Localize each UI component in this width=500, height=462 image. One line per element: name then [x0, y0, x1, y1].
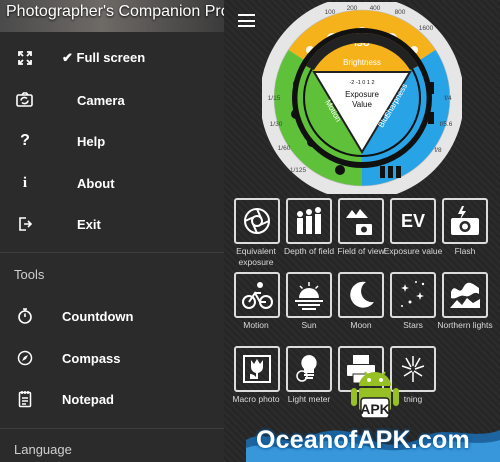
ring-number: f/8: [434, 147, 442, 154]
tile-label-northern-lights: Northern lights: [437, 320, 493, 330]
menu-item-countdown[interactable]: Countdown: [0, 296, 224, 336]
tulip-icon: [243, 355, 271, 383]
tile-moon[interactable]: [338, 272, 384, 318]
menu-label-camera: Camera: [77, 92, 125, 108]
menu-label-compass: Compass: [62, 350, 121, 366]
menu-label-exit: Exit: [77, 216, 101, 232]
tile-stars[interactable]: [390, 272, 436, 318]
tile-label-stars: Stars: [403, 320, 423, 330]
drawer-divider: [0, 252, 224, 253]
ring-number: 1/30: [270, 121, 283, 128]
tile-northern-lights[interactable]: [442, 272, 488, 318]
menu-item-notepad[interactable]: Notepad: [0, 379, 224, 419]
ev-scale: -2 -1 0 1 2: [349, 80, 374, 86]
tile-label-flash: Flash: [454, 246, 476, 256]
watermark-text: OceanofAPK.com: [256, 426, 470, 454]
ring-number: 1600: [419, 25, 434, 32]
people-icon: [297, 207, 321, 234]
menu-label-notepad: Notepad: [62, 391, 114, 407]
ev-icon: EV: [400, 210, 425, 231]
tile-motion[interactable]: [234, 272, 280, 318]
ring-number: 1/60: [278, 145, 291, 152]
fullscreen-icon: [16, 49, 34, 67]
section-title-language: Language: [14, 442, 72, 457]
menu-label-help: Help: [77, 133, 106, 149]
drawer-header: Photographer's Companion Pro: [0, 0, 224, 32]
flash-camera-icon: [451, 206, 479, 235]
sunset-icon: [295, 282, 323, 310]
tile-label-equivalent-exposure: Equivalent exposure: [236, 246, 276, 267]
tile-label-motion: Motion: [243, 320, 269, 330]
drawer-divider-2: [0, 428, 224, 429]
tile-depth-of-field[interactable]: [286, 198, 332, 244]
ring-number: f/5.6: [440, 121, 453, 128]
tile-sun[interactable]: [286, 272, 332, 318]
tile-flash[interactable]: [442, 198, 488, 244]
app-title: Photographer's Companion Pro: [6, 3, 224, 20]
menu-label-countdown: Countdown: [62, 308, 134, 324]
exit-icon: [16, 215, 34, 233]
compass-icon: [16, 349, 34, 367]
moon-icon: [350, 281, 374, 308]
tile-label-field-of-view: Field of view: [337, 246, 385, 256]
tile-exposure-value[interactable]: EV: [390, 198, 436, 244]
info-icon: i: [22, 174, 28, 191]
notepad-icon: [16, 390, 34, 408]
aurora-icon: [450, 282, 480, 308]
menu-item-camera[interactable]: Camera: [0, 80, 224, 120]
navigation-drawer: Photographer's Companion Pro ✔ Full scre…: [0, 0, 224, 462]
center-label-value: Value: [352, 100, 372, 109]
ring-number: 200: [347, 5, 358, 12]
tile-equivalent-exposure[interactable]: [234, 198, 280, 244]
ring-number: f/4: [444, 95, 452, 102]
ring-number: 800: [395, 9, 406, 16]
mountain-camera-icon: [346, 209, 372, 235]
bulb-icon: [296, 355, 317, 382]
tile-label-sun: Sun: [301, 320, 317, 330]
center-label-exposure: Exposure: [345, 90, 379, 99]
exposure-dial[interactable]: 100 200 400 800 1600 1/15 1/30 1/60 1/12…: [262, 2, 462, 194]
menu-label-about: About: [77, 175, 115, 191]
menu-item-exit[interactable]: Exit: [0, 204, 224, 244]
menu-label-full-screen: ✔ Full screen: [62, 50, 146, 65]
tile-label-light-meter: Light meter: [287, 394, 331, 404]
menu-item-help[interactable]: ? Help: [0, 121, 224, 161]
section-title-tools: Tools: [14, 267, 45, 282]
ring-number: 1/125: [290, 167, 307, 174]
tile-light-meter[interactable]: [286, 346, 332, 392]
tile-macro-photo[interactable]: [234, 346, 280, 392]
tile-field-of-view[interactable]: [338, 198, 384, 244]
tile-label-depth-of-field: Depth of field: [283, 246, 335, 256]
tile-label-exposure-value: Exposure value: [383, 246, 443, 256]
ring-number: 1/15: [268, 95, 281, 102]
ring-number: 400: [370, 5, 381, 12]
camera-switch-icon: [16, 91, 34, 109]
menu-hamburger-icon[interactable]: [238, 14, 255, 27]
menu-item-full-screen[interactable]: ✔ Full screen: [0, 38, 224, 78]
tile-label-macro-photo: Macro photo: [232, 394, 280, 404]
stopwatch-icon: [16, 307, 34, 325]
question-icon: ?: [20, 132, 30, 149]
menu-item-compass[interactable]: Compass: [0, 338, 224, 378]
stars-icon: [401, 281, 425, 307]
aperture-icon: [244, 208, 270, 234]
cyclist-icon: [242, 282, 273, 309]
tile-label-moon: Moon: [350, 320, 372, 330]
ring-number: 100: [325, 9, 336, 16]
brightness-label: Brightness: [343, 58, 381, 67]
menu-item-about[interactable]: i About: [0, 163, 224, 203]
apk-badge: APK: [360, 401, 390, 417]
